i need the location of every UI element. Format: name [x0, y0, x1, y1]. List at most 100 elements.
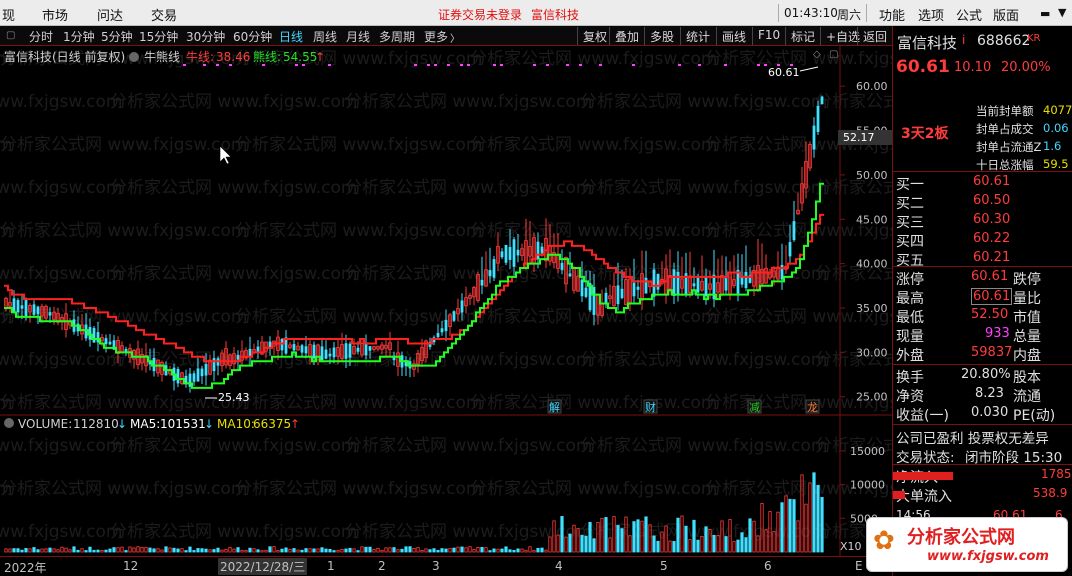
stat-label: 现量 — [896, 329, 924, 345]
expand-icon[interactable]: ▢ — [6, 30, 15, 41]
stat-value: 60.61 — [971, 288, 1013, 305]
volume-bar — [404, 546, 408, 553]
signal-dot — [599, 64, 602, 66]
volume-bar — [348, 547, 352, 553]
btn-diejia[interactable]: 叠加 — [609, 27, 644, 45]
period-15min[interactable]: 15分钟 — [139, 28, 178, 45]
menu-function[interactable]: 功能 — [879, 5, 905, 24]
period-more[interactable]: 更多 — [424, 28, 448, 45]
flow-value: 538.9 — [1033, 486, 1068, 500]
volume-bar — [320, 547, 324, 553]
watermark-text: 分析家公式网 www.fxjgsw.com — [580, 178, 827, 198]
volume-bar — [92, 549, 96, 553]
volume-bar — [744, 537, 748, 553]
bid-price[interactable]: 60.61 — [973, 174, 1010, 189]
btn-biaoji[interactable]: 标记 — [785, 27, 820, 45]
candle-body — [280, 338, 284, 351]
time-label-jan: 1 — [327, 559, 335, 573]
candle-body — [792, 221, 796, 241]
volume-bar — [248, 547, 252, 553]
stat-value: 60.61 — [971, 269, 1009, 284]
menu-divider — [866, 4, 867, 22]
menu-options[interactable]: 选项 — [918, 5, 944, 24]
period-daily[interactable]: 日线 — [279, 28, 303, 45]
box-icon[interactable]: ▢ — [829, 49, 838, 60]
menu-formula[interactable]: 公式 — [956, 5, 982, 24]
btn-back[interactable]: 返回 — [857, 27, 892, 45]
period-60min[interactable]: 60分钟 — [233, 28, 272, 45]
volume-bar — [408, 546, 412, 553]
volume-bar — [216, 547, 220, 553]
volume-bar — [668, 540, 672, 553]
bid-price[interactable]: 60.22 — [973, 231, 1010, 246]
diamond-icon[interactable]: ◇ — [813, 49, 821, 60]
volume-bar — [492, 548, 496, 553]
volume-bar — [512, 549, 516, 553]
volume-bar — [128, 546, 132, 553]
divider — [893, 364, 1072, 365]
watermark-text: 分析家公式网 www.fxjgsw.com — [580, 92, 827, 112]
chevron-right-icon[interactable]: 〉 — [450, 30, 460, 45]
btn-tongji[interactable]: 统计 — [680, 27, 715, 45]
volume-bar — [232, 548, 236, 553]
candle-body — [656, 273, 660, 290]
signal-dot — [302, 64, 305, 66]
volume-bar — [528, 546, 532, 553]
watermark-text: 分析家公式网 www.fxjgsw.com — [0, 92, 122, 112]
signal-dot — [328, 64, 331, 66]
time-label-apr: 4 — [555, 559, 563, 573]
bid-price[interactable]: 60.21 — [973, 250, 1010, 265]
price-pct: 20.00% — [1001, 60, 1051, 75]
volume-bar — [260, 550, 264, 553]
stat-label: 外盘 — [896, 348, 924, 364]
menu-layout[interactable]: 版面 — [993, 5, 1019, 24]
volume-bar — [344, 548, 348, 553]
quote-panel: 富信科技 i 688662 KR 60.61 10.10 20.00% 3天2板… — [892, 26, 1072, 576]
price-tick-label: 45.00 — [856, 213, 888, 226]
signal-dot — [546, 64, 549, 66]
menu-trade[interactable]: 交易 — [151, 5, 177, 24]
menu-wenda[interactable]: 问达 — [97, 5, 123, 24]
volume-bar — [144, 546, 148, 553]
watermark-text: 分析家公式网 www.fxjgsw.com — [580, 350, 827, 370]
period-5min[interactable]: 5分钟 — [101, 28, 133, 45]
kline-chart[interactable]: 分析家公式网 www.fxjgsw.com 分析家公式网 www.fxjgsw.c… — [0, 46, 892, 576]
volume-bar — [616, 525, 620, 553]
dropdown-icon[interactable]: ▼ — [1058, 6, 1066, 19]
btn-huaxian[interactable]: 画线 — [716, 27, 751, 45]
period-monthly[interactable]: 月线 — [346, 28, 370, 45]
volume-bar — [180, 548, 184, 553]
btn-duogu[interactable]: 多股 — [644, 27, 679, 45]
period-fenshi[interactable]: 分时 — [29, 28, 53, 45]
signal-dot — [295, 64, 298, 66]
minimize-icon[interactable]: ▬ — [1040, 7, 1050, 20]
candle-body — [32, 304, 36, 315]
volume-bar — [44, 548, 48, 553]
btn-fuquan[interactable]: 复权 — [577, 27, 612, 45]
signal-dot — [447, 64, 450, 66]
volume-bar — [740, 532, 744, 553]
indicator-menu-icon[interactable] — [129, 52, 139, 62]
menu-market[interactable]: 市场 — [42, 5, 68, 24]
btn-f10[interactable]: F10 — [752, 27, 785, 45]
signal-dot — [414, 64, 417, 66]
volume-menu-icon[interactable] — [4, 418, 14, 428]
volume-bar — [308, 548, 312, 553]
candle-body — [692, 283, 696, 287]
menu-discover[interactable]: 现 — [2, 5, 15, 24]
period-30min[interactable]: 30分钟 — [186, 28, 225, 45]
candle-body — [560, 262, 564, 270]
bid-price[interactable]: 60.50 — [973, 193, 1010, 208]
bid-price[interactable]: 60.30 — [973, 212, 1010, 227]
volume-bar — [196, 548, 200, 553]
period-1min[interactable]: 1分钟 — [63, 28, 95, 45]
volume-bar — [644, 516, 648, 553]
volume-bar — [108, 548, 112, 553]
volume-bar — [712, 534, 716, 553]
period-multi[interactable]: 多周期 — [379, 28, 415, 45]
signal-dot — [427, 64, 430, 66]
period-weekly[interactable]: 周线 — [313, 28, 337, 45]
ma10-up-arrow-icon: ↑ — [290, 417, 300, 431]
login-notice[interactable]: 证券交易未登录 — [438, 6, 522, 23]
high-price-label: 60.61 — [768, 66, 800, 79]
